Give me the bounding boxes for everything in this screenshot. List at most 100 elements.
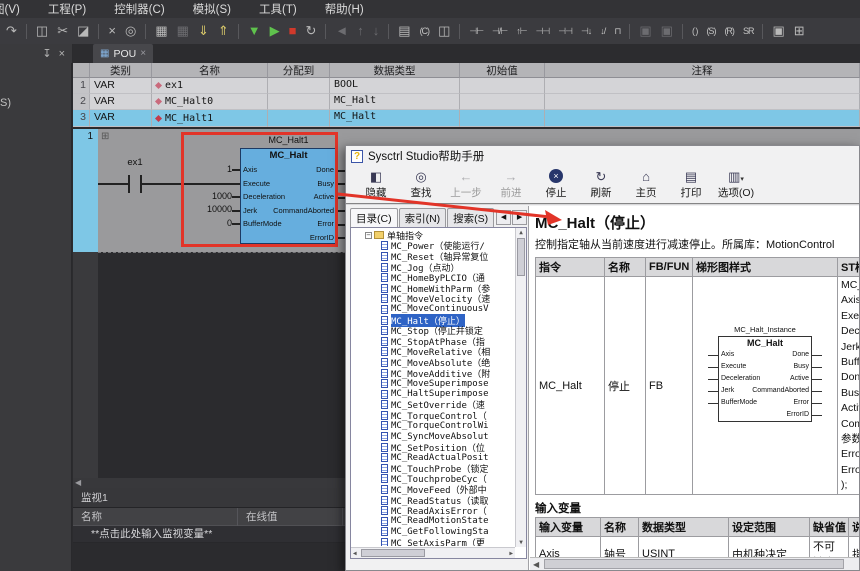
scroll-thumb[interactable]: [517, 238, 525, 276]
col-assigned[interactable]: 分配到: [268, 63, 330, 78]
tab-search[interactable]: 搜索(S): [447, 208, 495, 227]
parallel-contact-icon[interactable]: ⊣⊣: [536, 23, 551, 39]
scroll-right-icon[interactable]: ▶: [509, 550, 513, 557]
find-button[interactable]: ◎ 查找: [399, 168, 443, 200]
scroll-up-icon[interactable]: ▲: [516, 229, 526, 236]
scroll-left-icon[interactable]: ◀: [75, 478, 81, 487]
cell-category[interactable]: VAR: [90, 94, 152, 110]
watch-col-online-value[interactable]: 在线值: [238, 508, 343, 526]
comment-icon[interactable]: (C): [420, 23, 430, 39]
menu-simulation[interactable]: 模拟(S): [193, 1, 231, 17]
cell-category[interactable]: VAR: [90, 78, 152, 94]
menu-tools[interactable]: 工具(T): [259, 1, 297, 17]
edge-detect-contact-icon[interactable]: ⊓: [614, 23, 621, 39]
menu-controller[interactable]: 控制器(C): [114, 1, 164, 17]
move-down-icon[interactable]: ↓: [373, 23, 380, 39]
down-contact-icon[interactable]: ⊣↓: [581, 23, 592, 39]
watch-col-name[interactable]: 名称: [73, 508, 238, 526]
tree-item[interactable]: MC_MoveVelocity（速: [353, 294, 514, 305]
cell-datatype[interactable]: MC_Halt: [330, 94, 460, 110]
copy-icon[interactable]: ◫: [36, 23, 48, 39]
cell-datatype[interactable]: BOOL: [330, 78, 460, 94]
collapse-icon[interactable]: −: [365, 231, 372, 239]
move-up-icon[interactable]: ↑: [357, 23, 364, 39]
table-row[interactable]: 2 VAR MC_Halt0 MC_Halt: [73, 94, 860, 110]
close-icon[interactable]: ×: [59, 48, 65, 60]
tree-v-scrollbar[interactable]: ▲ ▼: [515, 228, 526, 547]
tab-close-icon[interactable]: ×: [140, 48, 146, 59]
tree-item[interactable]: MC_ReadAxisError（: [353, 505, 514, 517]
transfer-download-icon[interactable]: ⇓: [198, 23, 209, 39]
delete-icon[interactable]: ×: [108, 23, 116, 39]
cell-assigned[interactable]: [268, 78, 330, 94]
tree-h-scrollbar[interactable]: ◀ ▶: [351, 547, 515, 558]
cell-initial[interactable]: [460, 94, 545, 110]
scroll-thumb[interactable]: [544, 559, 844, 569]
cell-comment[interactable]: [545, 94, 860, 110]
set-coil-icon[interactable]: (S): [706, 23, 716, 39]
rising-edge-contact-icon[interactable]: ↑⊢: [516, 23, 527, 39]
nav-back-icon[interactable]: ◄: [335, 23, 348, 39]
cell-name[interactable]: MC_Halt0: [152, 94, 268, 110]
help-title-bar[interactable]: ? Sysctrl Studio帮助手册: [346, 146, 859, 166]
transfer-upload-icon[interactable]: ⇑: [218, 23, 229, 39]
refresh-button[interactable]: ↻ 刷新: [579, 168, 623, 200]
scroll-left-icon[interactable]: ◀: [533, 560, 539, 569]
input-value-deceleration[interactable]: 1000: [182, 191, 232, 201]
stop-icon[interactable]: ■: [289, 23, 297, 39]
run-icon[interactable]: ▶: [270, 23, 280, 39]
cell-assigned[interactable]: [268, 94, 330, 110]
home-button[interactable]: ⌂ 主页: [624, 168, 668, 200]
grid-editor-icon[interactable]: ▦: [155, 23, 167, 39]
menu-project[interactable]: 工程(P): [48, 1, 86, 17]
tree-item[interactable]: MC_ReadMotionState: [353, 516, 514, 527]
filter-icon[interactable]: ▼: [248, 23, 261, 39]
cell-category[interactable]: VAR: [90, 110, 152, 127]
search-doc-icon[interactable]: ◎: [125, 23, 136, 39]
cut-icon[interactable]: ✂: [57, 23, 68, 39]
scroll-left-icon[interactable]: ◀: [353, 550, 357, 557]
tree-item[interactable]: MC_TorqueControlWi: [353, 421, 514, 432]
tree-item[interactable]: MC_SetAxisParm（更: [353, 537, 514, 546]
paste-icon[interactable]: ◪: [77, 23, 89, 39]
print-button[interactable]: ▤ 打印: [669, 168, 713, 200]
pin-icon[interactable]: ↧: [42, 47, 51, 60]
reset-coil-icon[interactable]: (R): [724, 23, 734, 39]
closed-contact-icon[interactable]: ⊣/⊢: [492, 23, 508, 39]
split-view-icon[interactable]: ◫: [438, 23, 450, 39]
table-row[interactable]: 1 VAR ex1 BOOL: [73, 78, 860, 94]
col-comment[interactable]: 注释: [545, 63, 860, 78]
rebuild-icon[interactable]: ↻: [305, 23, 316, 39]
contact[interactable]: [128, 175, 130, 193]
mc-halt-function-block[interactable]: MC_Halt Axis Done Execute Busy Deceleratio…: [240, 148, 337, 244]
tree-item[interactable]: MC_MoveAdditive（附: [353, 368, 514, 380]
sr-flipflop-icon[interactable]: SR: [743, 23, 754, 39]
tree-item[interactable]: MC_MoveSuperimpose: [353, 378, 514, 389]
tab-scroll-left-icon[interactable]: ◀: [496, 210, 512, 225]
cell-comment[interactable]: [545, 78, 860, 94]
tab-index[interactable]: 索引(N): [398, 208, 447, 227]
tab-scroll-right-icon[interactable]: ▶: [512, 210, 527, 225]
inline-block-2-icon[interactable]: ▣: [661, 23, 673, 39]
tree-item[interactable]: MC_SetPosition（位: [353, 442, 514, 454]
open-contact-icon[interactable]: ⊣⊢: [469, 23, 484, 39]
cell-name[interactable]: MC_Halt1: [152, 110, 268, 127]
menu-view[interactable]: 图(V): [0, 1, 20, 17]
coil-icon[interactable]: ( ): [692, 23, 698, 39]
col-datatype[interactable]: 数据类型: [330, 63, 460, 78]
help-window[interactable]: ? Sysctrl Studio帮助手册 ◧ 隐藏 ◎ 查找 ← 上一步 → 前进 × 停…: [345, 145, 860, 571]
col-name[interactable]: 名称: [152, 63, 268, 78]
cell-initial[interactable]: [460, 110, 545, 127]
help-contents-tree[interactable]: − 单轴指令 MC_Power（使能运行/ MC_Reset（轴异常复位 MC_…: [350, 227, 527, 559]
hide-button[interactable]: ◧ 隐藏: [354, 168, 398, 200]
back-button[interactable]: ← 上一步: [444, 168, 488, 200]
parallel-closed-contact-icon[interactable]: ⊣⊣: [558, 23, 573, 39]
col-initial[interactable]: 初始值: [460, 63, 545, 78]
inline-block-icon[interactable]: ▣: [639, 23, 651, 39]
down-closed-contact-icon[interactable]: ↓/: [600, 23, 606, 39]
input-value-jerk[interactable]: 10000: [182, 204, 232, 214]
scroll-down-icon[interactable]: ▼: [516, 539, 526, 546]
table-row-selected[interactable]: 3 VAR MC_Halt1 MC_Halt: [73, 110, 860, 127]
input-value-buffermode[interactable]: 0: [182, 218, 232, 228]
forward-button[interactable]: → 前进: [489, 168, 533, 200]
